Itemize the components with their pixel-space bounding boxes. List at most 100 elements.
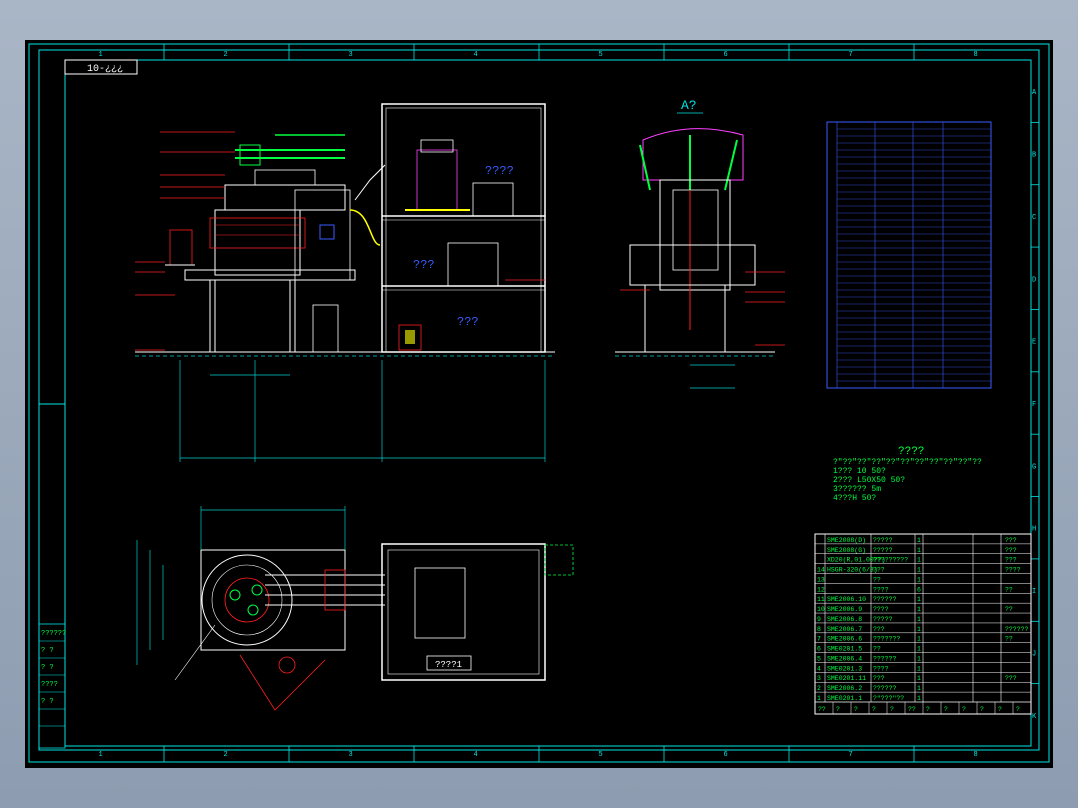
parts-row-no: 2	[817, 685, 821, 692]
technical-notes: ???? ?"??"??"??"??"??"??"??"??"??"?? 1??…	[833, 446, 982, 503]
drawing-canvas[interactable]: 10-¿¿¿ 12345678 12345678 ABCDEFGHIJK ???…	[25, 40, 1053, 768]
parts-footer-cell: ??	[908, 706, 916, 713]
title-box-text: 10-¿¿¿	[87, 64, 123, 75]
column-mark: 7	[849, 51, 853, 59]
parts-row-code: HSGR-320(6/3)	[827, 567, 878, 574]
parts-row-qty: 1	[917, 695, 921, 702]
column-mark: 8	[974, 751, 978, 759]
parts-row-code: SME2008(D)	[827, 537, 866, 544]
row-mark: H	[1032, 526, 1036, 534]
parts-row-qty: 1	[917, 636, 921, 643]
parts-footer-cell: ?	[980, 706, 984, 713]
column-marks-bottom: 1 2 3 4 5 6 7 8	[99, 746, 978, 762]
parts-row-qty: 6	[917, 586, 921, 593]
parts-row-qty: 1	[917, 596, 921, 603]
parts-row-remark: ??	[1005, 586, 1013, 593]
parts-row-code: SME2006.4	[827, 655, 862, 662]
parts-row-no: 10	[817, 606, 825, 613]
parts-row-name: ????	[873, 665, 889, 672]
left-title-cell: ????	[41, 681, 58, 689]
parts-row-name: ??????	[873, 596, 897, 603]
parts-row-remark: ???	[1005, 537, 1017, 544]
parts-row-code: SME0201.11	[827, 675, 866, 682]
parts-row-qty: 1	[917, 576, 921, 583]
parts-row-remark: ???	[1005, 547, 1017, 554]
parts-row-qty: 1	[917, 646, 921, 653]
spec-table	[826, 121, 992, 389]
notes-line-1: ?"??"??"??"??"??"??"??"??"??"??	[833, 458, 982, 467]
parts-row-code: SME2006.6	[827, 636, 862, 643]
parts-footer-cell: ?	[890, 706, 894, 713]
row-mark: G	[1032, 463, 1036, 471]
parts-row-remark: ??????	[1005, 626, 1029, 633]
parts-row-qty: 1	[917, 557, 921, 564]
column-mark: 1	[99, 51, 103, 59]
view-a-label: A?	[681, 98, 697, 113]
left-title-cell: ? ?	[41, 647, 54, 655]
parts-row-name: ?"???"??	[873, 695, 904, 702]
parts-row-name: ?????	[873, 537, 893, 544]
parts-footer-cell: ?	[1016, 706, 1020, 713]
parts-footer-cell: ?	[944, 706, 948, 713]
plan-box-label: ????1	[435, 660, 462, 670]
parts-row-name: ?????	[873, 547, 893, 554]
column-mark: 2	[224, 51, 228, 59]
parts-footer-cell: ??	[818, 706, 826, 713]
notes-line-2: 1??? 10 50?	[833, 467, 886, 476]
parts-row-code: SME0201.5	[827, 646, 862, 653]
parts-footer-cell: ?	[854, 706, 858, 713]
left-title-block: ?????? ? ? ? ????? ? ?	[38, 623, 66, 749]
parts-row-qty: 1	[917, 606, 921, 613]
parts-row-no: 11	[817, 596, 825, 603]
parts-footer-cell: ?	[926, 706, 930, 713]
notes-line-3: 2??? L50X50 50?	[833, 476, 905, 485]
column-mark: 3	[349, 751, 353, 759]
row-mark: B	[1032, 152, 1036, 160]
column-mark: 6	[724, 751, 728, 759]
parts-footer-cell: ?	[872, 706, 876, 713]
parts-row-name: ???	[873, 567, 885, 574]
row-mark: I	[1032, 588, 1036, 596]
column-marks-top: 1 2 3 4 5 6 7 8	[99, 44, 978, 60]
column-mark: 5	[599, 751, 603, 759]
left-title-cell: ??????	[41, 630, 66, 638]
parts-row-remark: ??	[1005, 606, 1013, 613]
row-mark: D	[1032, 276, 1036, 284]
notes-heading: ????	[898, 446, 924, 458]
room-top-label: ????	[485, 164, 514, 178]
parts-row-qty: 1	[917, 547, 921, 554]
plan-view: ????1	[136, 506, 574, 711]
parts-row-qty: 1	[917, 665, 921, 672]
parts-row-code: SME0201.3	[827, 665, 862, 672]
room-mid-label: ???	[413, 258, 435, 272]
notes-line-5: 4???H 50?	[833, 494, 876, 503]
parts-footer-cell: ?	[962, 706, 966, 713]
cad-viewer-background: 10-¿¿¿ 12345678 12345678 ABCDEFGHIJK ???…	[0, 0, 1078, 808]
notes-line-4: 3?????? 5m	[833, 485, 881, 494]
parts-row-qty: 1	[917, 567, 921, 574]
parts-row-remark: ??	[1005, 636, 1013, 643]
parts-row-no: 8	[817, 626, 821, 633]
parts-row-qty: 1	[917, 537, 921, 544]
row-marks: A B C D E F G H I J K	[1031, 89, 1039, 721]
left-title-cell: ? ?	[41, 664, 54, 672]
parts-row-name: ???????	[873, 636, 900, 643]
parts-row-code: SME2006.8	[827, 616, 862, 623]
column-mark: 8	[974, 51, 978, 59]
parts-row-remark: ???	[1005, 557, 1017, 564]
parts-row-no: 5	[817, 655, 821, 662]
parts-row-no: 4	[817, 665, 821, 672]
room-bottom-label: ???	[457, 315, 479, 329]
parts-row-name: ??	[873, 576, 881, 583]
parts-row-name: ????	[873, 606, 889, 613]
parts-row-code: SME2006.9	[827, 606, 862, 613]
row-mark: E	[1032, 339, 1036, 347]
column-mark: 3	[349, 51, 353, 59]
parts-row-no: 7	[817, 636, 821, 643]
parts-row-no: 6	[817, 646, 821, 653]
parts-row-code: SME2006.2	[827, 685, 862, 692]
parts-row-name: ??	[873, 646, 881, 653]
parts-row-qty: 1	[917, 616, 921, 623]
parts-row-code: SME0201.1	[827, 695, 862, 702]
parts-row-no: 14	[817, 567, 825, 574]
